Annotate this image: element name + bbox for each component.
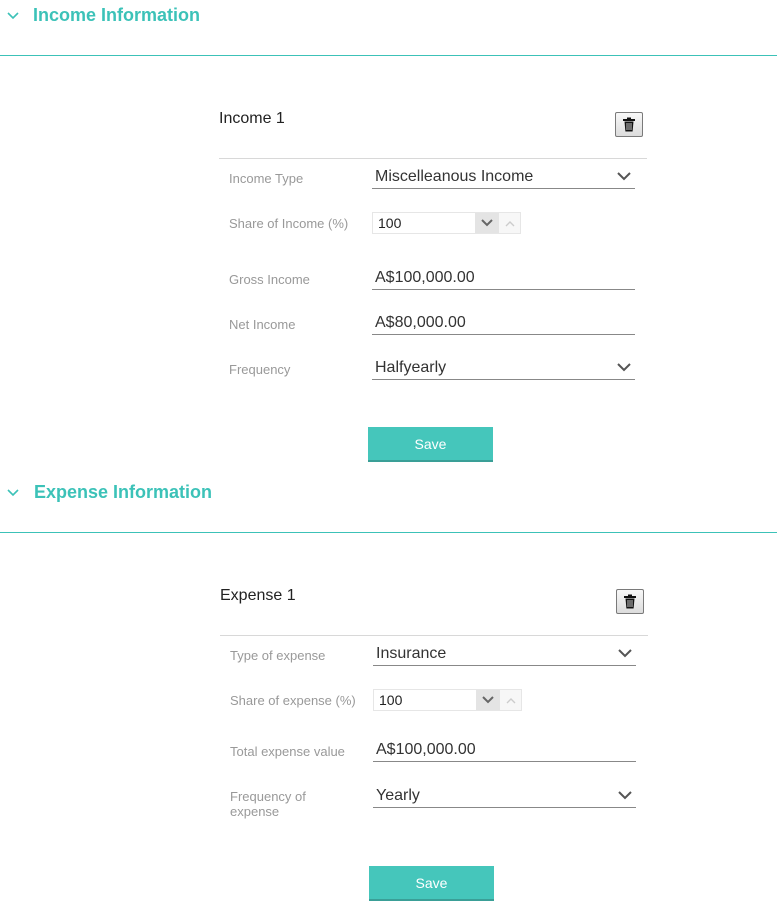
- share-of-expense-value: 100: [379, 692, 403, 708]
- card-divider: [219, 158, 647, 159]
- expense-type-select[interactable]: Insurance: [373, 644, 636, 666]
- share-of-expense-stepper[interactable]: 100: [373, 689, 522, 711]
- expense-section-header[interactable]: Expense Information: [0, 477, 777, 533]
- expense-card: Expense 1 Type of expense Insurance Shar…: [220, 577, 648, 907]
- frequency-label: Frequency: [229, 362, 291, 377]
- income-card: Income 1 Income Type Miscelleanous Incom…: [219, 100, 647, 470]
- decrement-button[interactable]: [476, 690, 500, 710]
- increment-button[interactable]: [500, 690, 521, 710]
- expense-type-label: Type of expense: [230, 648, 326, 663]
- expense-section-title: Expense Information: [34, 482, 213, 502]
- expense-frequency-value: Yearly: [376, 787, 420, 804]
- increment-button[interactable]: [499, 213, 520, 233]
- share-of-income-stepper[interactable]: 100: [372, 212, 521, 234]
- total-expense-value: A$100,000.00: [376, 741, 476, 758]
- delete-income-button[interactable]: [615, 112, 643, 137]
- share-of-income-value: 100: [378, 215, 402, 231]
- expense-frequency-label: Frequency of expense: [230, 789, 306, 819]
- chevron-down-icon: [617, 172, 631, 181]
- chevron-down-icon: [618, 791, 632, 800]
- income-section-title: Income Information: [33, 5, 201, 25]
- decrement-button[interactable]: [475, 213, 499, 233]
- chevron-up-icon: [506, 697, 515, 703]
- income-type-value: Miscelleanous Income: [375, 168, 534, 185]
- gross-income-label: Gross Income: [229, 272, 310, 287]
- net-income-value: A$80,000.00: [375, 314, 466, 331]
- trash-icon: [624, 594, 636, 609]
- share-of-income-label: Share of Income (%): [229, 216, 349, 231]
- chevron-down-icon: [617, 363, 631, 372]
- income-type-label: Income Type: [229, 171, 304, 186]
- frequency-value: Halfyearly: [375, 359, 447, 376]
- save-income-button[interactable]: Save: [368, 427, 493, 462]
- chevron-down-icon: [618, 649, 632, 658]
- gross-income-input[interactable]: A$100,000.00: [372, 268, 635, 290]
- chevron-down-icon: [482, 696, 494, 704]
- section-divider: [0, 55, 777, 56]
- section-divider: [0, 532, 777, 533]
- collapse-chevron-icon[interactable]: [6, 9, 20, 23]
- trash-icon: [623, 117, 635, 132]
- expense-type-value: Insurance: [376, 645, 447, 662]
- chevron-up-icon: [505, 220, 514, 226]
- save-expense-button[interactable]: Save: [369, 866, 494, 901]
- chevron-down-icon: [481, 219, 493, 227]
- net-income-input[interactable]: A$80,000.00: [372, 313, 635, 335]
- expense-card-title: Expense 1: [220, 587, 296, 604]
- frequency-select[interactable]: Halfyearly: [372, 358, 635, 380]
- share-of-expense-label: Share of expense (%): [230, 693, 356, 708]
- delete-expense-button[interactable]: [616, 589, 644, 614]
- income-type-select[interactable]: Miscelleanous Income: [372, 167, 635, 189]
- gross-income-value: A$100,000.00: [375, 269, 475, 286]
- income-card-title: Income 1: [219, 110, 285, 127]
- income-section-header[interactable]: Income Information: [0, 0, 777, 56]
- collapse-chevron-icon[interactable]: [6, 486, 20, 500]
- total-expense-input[interactable]: A$100,000.00: [373, 740, 636, 762]
- card-divider: [220, 635, 648, 636]
- expense-frequency-select[interactable]: Yearly: [373, 786, 636, 808]
- total-expense-label: Total expense value: [230, 744, 345, 759]
- net-income-label: Net Income: [229, 317, 296, 332]
